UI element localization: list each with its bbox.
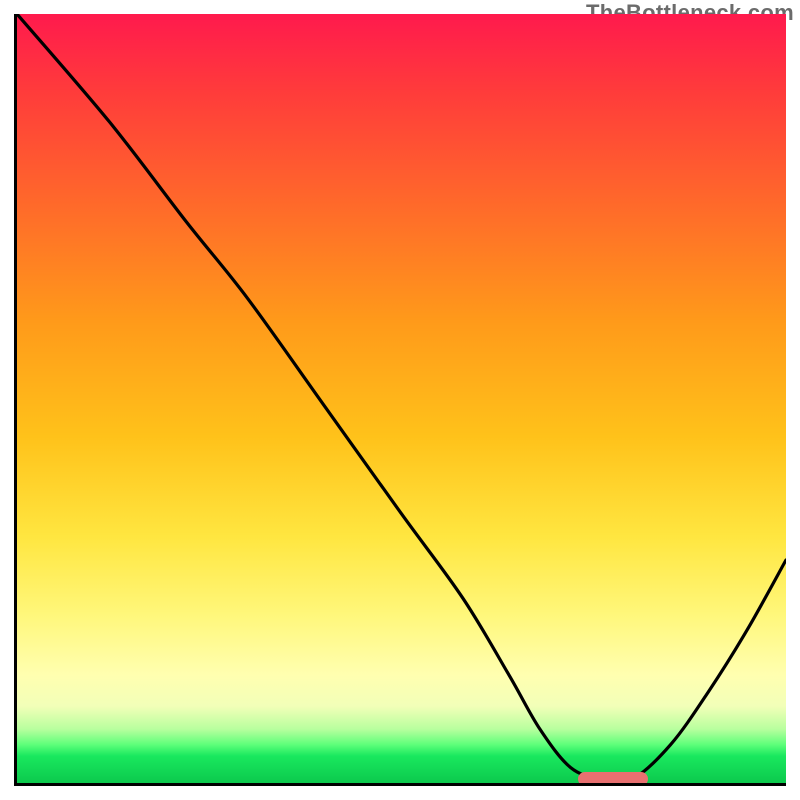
curve-layer: [17, 14, 786, 783]
plot-area: [14, 14, 786, 786]
chart-container: TheBottleneck.com: [0, 0, 800, 800]
bottleneck-curve: [17, 14, 786, 782]
optimal-range-marker: [578, 772, 647, 786]
